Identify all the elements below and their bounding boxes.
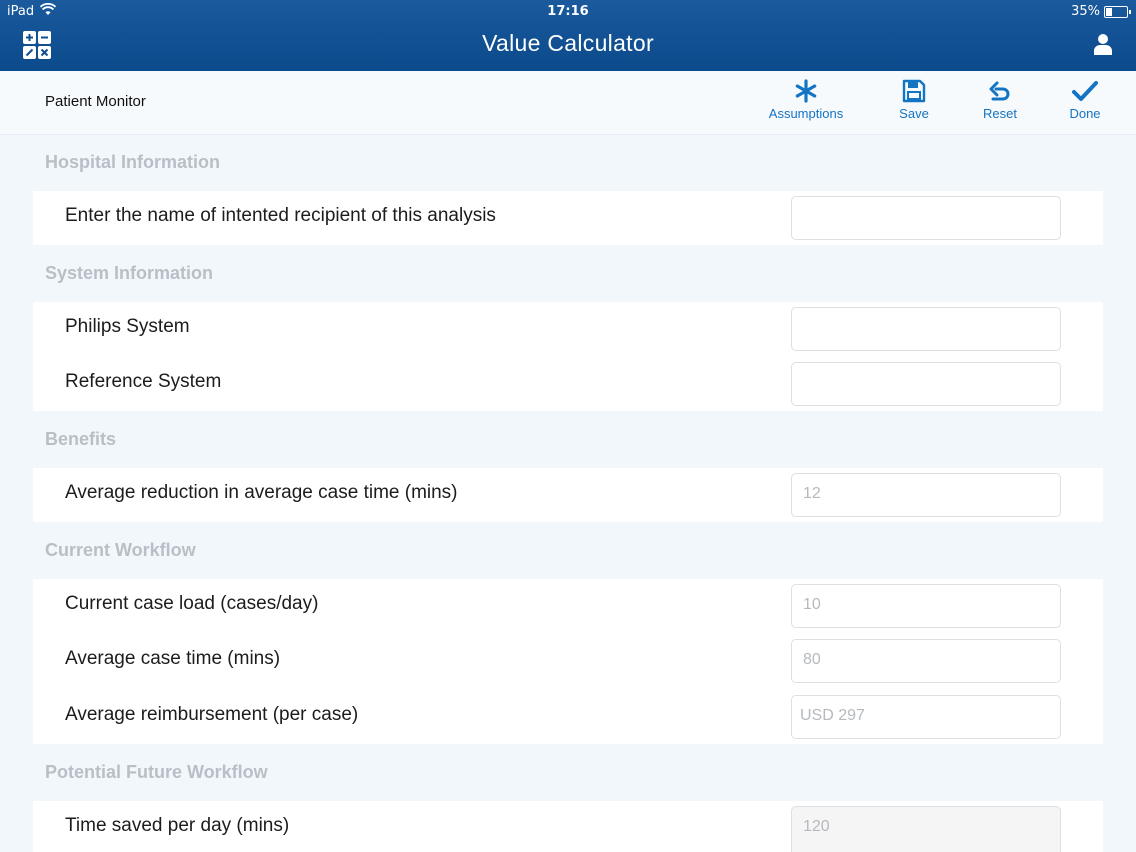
case-time-reduction-input[interactable]: 12 — [791, 473, 1061, 517]
time-saved-value: 120 — [791, 806, 1061, 852]
recipient-input[interactable] — [791, 196, 1061, 240]
philips-system-label: Philips System — [65, 316, 190, 337]
case-time-label: Average case time (mins) — [65, 648, 281, 669]
reset-label: Reset — [983, 106, 1017, 121]
save-label: Save — [899, 106, 929, 121]
card-system-information: Philips System Reference System — [33, 302, 1103, 411]
time-saved-label: Time saved per day (mins) — [65, 815, 290, 836]
section-header-hospital-information: Hospital Information — [45, 152, 220, 172]
section-header-benefits: Benefits — [45, 429, 117, 449]
reference-system-input[interactable] — [791, 362, 1061, 406]
clock: 17:16 — [547, 4, 589, 19]
undo-icon — [989, 81, 1010, 101]
card-current-workflow: Current case load (cases/day) 10 Average… — [33, 579, 1103, 744]
page-title: Value Calculator — [482, 30, 654, 56]
reference-system-label: Reference System — [65, 371, 222, 392]
done-button[interactable]: Done — [1055, 79, 1115, 121]
checkmark-icon — [1072, 81, 1098, 101]
status-bar: iPad 17:16 35% — [0, 0, 1136, 22]
philips-system-input[interactable] — [791, 307, 1061, 351]
floppy-disk-icon — [902, 79, 926, 103]
case-time-input[interactable]: 80 — [791, 639, 1061, 683]
case-time-reduction-label: Average reduction in average case time (… — [65, 482, 458, 503]
section-header-current-workflow: Current Workflow — [45, 540, 196, 560]
asterisk-icon — [795, 79, 817, 103]
assumptions-button[interactable]: Assumptions — [756, 79, 856, 121]
reimbursement-label: Average reimbursement (per case) — [65, 704, 359, 725]
reset-button[interactable]: Reset — [970, 79, 1030, 121]
card-benefits: Average reduction in average case time (… — [33, 468, 1103, 522]
reimbursement-input[interactable]: USD 297 — [791, 695, 1061, 739]
toolbar: Patient Monitor Assumptions Save Reset D… — [0, 71, 1136, 135]
card-hospital-information: Enter the name of intented recipient of … — [33, 191, 1103, 245]
card-potential-future-workflow: Time saved per day (mins) 120 — [33, 801, 1103, 852]
product-name: Patient Monitor — [45, 93, 146, 110]
section-header-system-information: System Information — [45, 263, 214, 283]
done-label: Done — [1069, 106, 1101, 121]
user-icon[interactable] — [1093, 33, 1113, 55]
navigation-bar: iPad 17:16 35% Value Calculator — [0, 0, 1136, 71]
recipient-label: Enter the name of intented recipient of … — [65, 205, 496, 226]
section-header-potential-future-workflow: Potential Future Workflow — [45, 762, 268, 782]
assumptions-label: Assumptions — [768, 106, 844, 121]
battery-percentage: 35% — [1071, 4, 1100, 19]
save-button[interactable]: Save — [884, 79, 944, 121]
case-load-label: Current case load (cases/day) — [65, 593, 319, 614]
case-load-input[interactable]: 10 — [791, 584, 1061, 628]
battery-icon — [1104, 6, 1131, 18]
